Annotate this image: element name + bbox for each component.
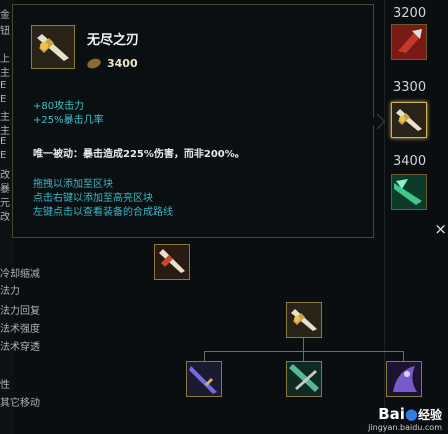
stat-mana-regen: 法力回复 [0,306,40,317]
dragon-axe-item[interactable] [391,24,427,60]
infinity-edge-icon [287,303,321,337]
watermark-url: jingyan.baidu.com [368,423,442,432]
infinity-edge-icon [32,26,74,68]
recipe-child-item[interactable] [186,361,222,397]
left-label: E [0,150,7,161]
item-tooltip: 无尽之刃 3400 +80攻击力 +25%暴击几率 唯一被动：暴击造成225%伤… [12,4,374,238]
left-label: 改 [0,170,10,181]
stat-magic-pen: 法术穿透 [0,342,40,353]
tooltip-cost: 3400 [85,56,138,71]
left-label: E [0,136,7,147]
left-label: 改 [0,212,10,223]
recipe-connector [303,338,304,352]
pickaxe-icon [287,362,321,396]
left-label: 元 [0,198,10,209]
infinity-edge-icon [155,245,189,279]
recipe-connector [204,351,205,361]
watermark: Bai●经验 jingyan.baidu.com [368,405,442,432]
stat-mana: 法力 [0,286,20,297]
item-price: 3300 [393,80,427,95]
dragon-axe-icon [392,25,426,59]
recipe-parent-item[interactable] [286,302,322,338]
recipe-child-item[interactable] [386,361,422,397]
stat-cdr: 冷却缩减 [0,269,40,280]
recipe-child-item[interactable] [286,361,322,397]
item-price: 3200 [393,6,427,21]
cloak-of-agility-icon [387,362,421,396]
left-label: E [0,94,7,105]
recipe-connector [303,351,304,361]
left-label: 上 [0,54,10,65]
left-label: 金 [0,10,10,21]
left-label: 暴 [0,184,10,195]
left-label: 主 [0,112,10,123]
bf-sword-icon [187,362,221,396]
green-blade-item[interactable] [391,174,427,210]
tooltip-hint: 左键点击以查看装备的合成路线 [33,207,173,218]
left-label: E [0,80,7,91]
tooltip-hint: 点击右键以添加至高亮区块 [33,193,153,204]
stat-ability-power: 法术强度 [0,324,40,335]
watermark-logo: Bai●经验 [378,405,442,423]
tooltip-stat: +25%暴击几率 [33,115,104,126]
tooltip-hint: 拖拽以添加至区块 [33,179,113,190]
left-label: 钮 [0,26,10,37]
recipe-connector [403,351,404,361]
infinity-edge-icon [392,103,426,137]
stat-other-movement: 其它移动 [0,398,40,409]
recipe-main-item[interactable] [154,244,190,280]
tooltip-item-icon [31,25,75,69]
green-blade-icon [392,175,426,209]
cost-value: 3400 [107,57,138,70]
gold-coin-icon [85,56,103,71]
tooltip-title: 无尽之刃 [87,33,140,48]
left-label: 主 [0,126,10,137]
left-label: 主 [0,68,10,79]
infinity-edge-item[interactable] [391,102,427,138]
recipe-connector [204,351,404,352]
item-price: 3400 [393,154,427,169]
tooltip-passive: 唯一被动：暴击造成225%伤害，而非200%。 [33,149,245,160]
close-icon[interactable]: × [434,220,447,238]
tooltip-stat: +80攻击力 [33,101,85,112]
stat-partial: 性 [0,380,10,391]
